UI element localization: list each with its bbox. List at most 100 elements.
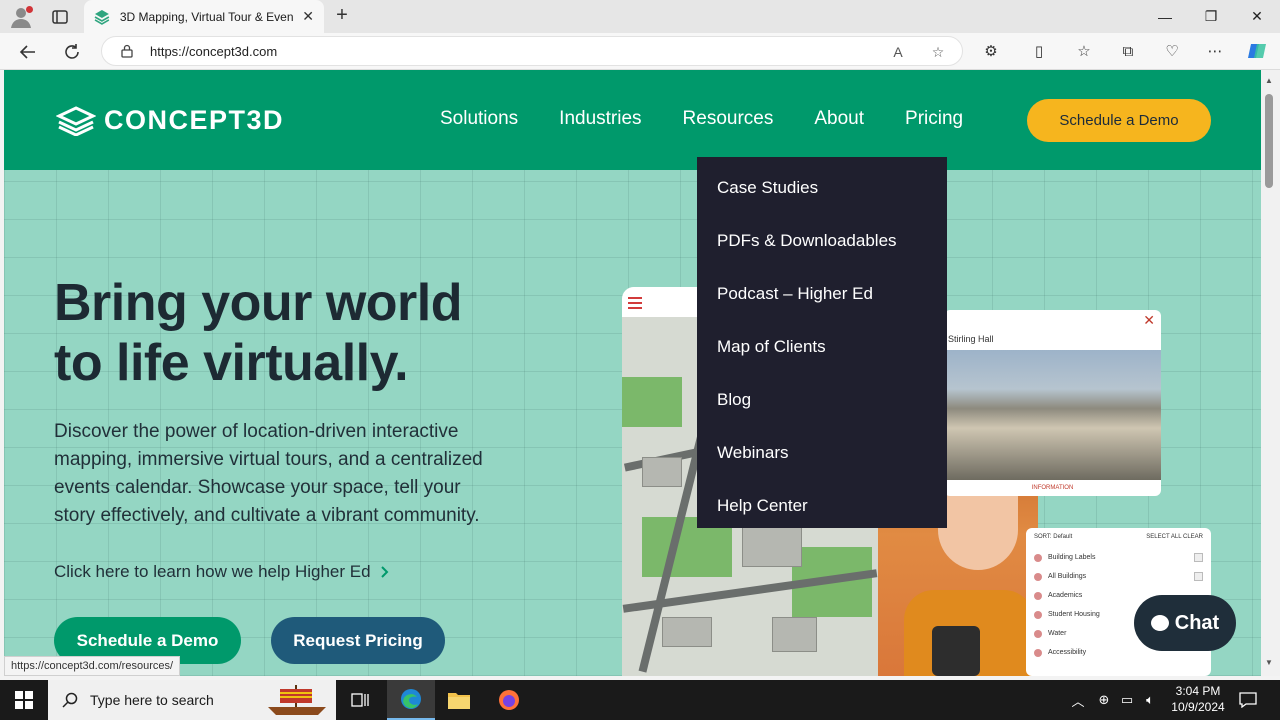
back-icon[interactable] xyxy=(15,39,41,65)
chat-bubble-icon xyxy=(1150,615,1169,631)
chat-button[interactable]: Chat xyxy=(1134,595,1236,651)
restore-icon[interactable]: ❐ xyxy=(1188,0,1234,33)
chat-label[interactable]: Chat xyxy=(1175,612,1219,635)
higher-ed-link[interactable]: Click here to learn how we help Higher E… xyxy=(54,562,389,582)
browser-tab[interactable]: 3D Mapping, Virtual Tour & Even ✕ xyxy=(84,0,324,33)
browser-titlebar: 3D Mapping, Virtual Tour & Even ✕ + — ❐ … xyxy=(0,0,1280,33)
menu-item-case-studies[interactable]: Case Studies xyxy=(697,161,947,214)
file-explorer-icon[interactable] xyxy=(435,680,483,720)
url-text[interactable]: https://concept3d.com xyxy=(150,44,277,59)
favorite-star-icon[interactable]: ☆ xyxy=(928,42,948,62)
notifications-icon[interactable] xyxy=(1236,680,1260,720)
search-icon xyxy=(62,692,78,708)
schedule-demo-header-button[interactable]: Schedule a Demo xyxy=(1027,99,1211,142)
start-button[interactable] xyxy=(0,680,48,720)
building-info-card: Stirling Hall ✕ INFORMATION xyxy=(944,310,1161,496)
menu-item-podcast-higher-ed[interactable]: Podcast – Higher Ed xyxy=(697,267,947,320)
main-nav: Solutions Industries Resources About Pri… xyxy=(440,108,1004,130)
clock-time: 3:04 PM xyxy=(1175,684,1221,698)
windows-taskbar: Type here to search ︿ ⊕ ▭ 🔈︎ 3:04 PM 10/… xyxy=(0,680,1280,720)
filter-row-label: Student Housing xyxy=(1048,611,1100,618)
profile-icon[interactable] xyxy=(8,4,34,30)
tray-overflow-icon[interactable]: ︿ xyxy=(1068,680,1088,720)
address-toolbar: https://concept3d.com A ☆ ⚙ ▯ ☆ ⧉ ♡ ⋯ xyxy=(0,33,1280,70)
nav-resources[interactable]: Resources xyxy=(683,108,774,130)
page-viewport: CONCEPT3D Solutions Industries Resources… xyxy=(4,70,1261,676)
hamburger-menu-icon xyxy=(628,297,642,309)
handheld-phone xyxy=(932,626,980,676)
nav-about[interactable]: About xyxy=(814,108,864,130)
edge-taskbar-icon[interactable] xyxy=(387,680,435,720)
browser-essentials-icon[interactable]: ♡ xyxy=(1161,41,1183,63)
menu-item-pdfs-downloadables[interactable]: PDFs & Downloadables xyxy=(697,214,947,267)
read-aloud-icon[interactable]: A xyxy=(888,42,908,62)
filter-row-label: Accessibility xyxy=(1048,649,1087,656)
scrollbar-thumb[interactable] xyxy=(1265,94,1273,188)
favorites-icon[interactable]: ☆ xyxy=(1073,41,1095,63)
windows-logo-icon xyxy=(15,691,33,709)
tab-actions-icon[interactable] xyxy=(50,7,70,27)
notification-dot xyxy=(26,6,33,13)
filter-row-label: Water xyxy=(1048,630,1067,637)
category-icon xyxy=(1034,629,1042,638)
minimize-icon[interactable]: — xyxy=(1142,0,1188,33)
new-tab-icon[interactable]: + xyxy=(330,4,354,28)
menu-item-help-center[interactable]: Help Center xyxy=(697,479,947,532)
copilot-icon[interactable] xyxy=(1246,41,1268,63)
collections-icon[interactable]: ⧉ xyxy=(1117,41,1139,63)
building-info-label: INFORMATION xyxy=(1031,485,1074,491)
scroll-down-icon[interactable]: ▼ xyxy=(1265,658,1275,668)
site-header: CONCEPT3D Solutions Industries Resources… xyxy=(4,70,1261,170)
split-screen-icon[interactable]: ▯ xyxy=(1028,41,1050,63)
sort-label: SORT: xyxy=(1034,534,1052,540)
more-menu-icon[interactable]: ⋯ xyxy=(1204,41,1226,63)
hero-subtitle: Discover the power of location-driven in… xyxy=(54,421,483,526)
category-icon xyxy=(1034,610,1042,619)
resources-dropdown-menu: Case Studies PDFs & Downloadables Podcas… xyxy=(697,157,947,528)
logo-text: CONCEPT3D xyxy=(104,105,285,135)
scroll-up-icon[interactable]: ▲ xyxy=(1265,76,1275,86)
site-logo[interactable]: CONCEPT3D xyxy=(56,105,284,136)
url-bar[interactable]: https://concept3d.com A ☆ xyxy=(101,36,963,66)
category-icon xyxy=(1034,553,1042,562)
filter-row: Building Labels xyxy=(1034,548,1203,567)
concept3d-favicon-icon xyxy=(94,9,110,25)
close-window-icon[interactable]: ✕ xyxy=(1234,0,1280,33)
filter-header: SORT: Default SELECT ALL CLEAR xyxy=(1034,534,1203,540)
tray-app-icon[interactable]: ⊕ xyxy=(1094,680,1114,720)
taskbar-search-placeholder[interactable]: Type here to search xyxy=(90,692,214,708)
hero-title-line2: to life virtually. xyxy=(54,334,409,392)
firefox-icon[interactable] xyxy=(485,680,533,720)
menu-item-blog[interactable]: Blog xyxy=(697,373,947,426)
taskbar-clock[interactable]: 3:04 PM 10/9/2024 xyxy=(1160,683,1236,715)
hero-title: Bring your world to life virtually. xyxy=(54,273,534,393)
nav-industries[interactable]: Industries xyxy=(559,108,641,130)
building-photo xyxy=(944,350,1161,480)
tab-close-icon[interactable]: ✕ xyxy=(302,8,314,25)
filter-row-label: Building Labels xyxy=(1048,554,1096,561)
extensions-icon[interactable]: ⚙ xyxy=(980,41,1002,63)
clear-label: CLEAR xyxy=(1182,534,1203,540)
lock-icon[interactable] xyxy=(120,44,134,58)
nav-pricing[interactable]: Pricing xyxy=(905,108,963,130)
checkbox-icon xyxy=(1194,553,1203,562)
page-scrollbar[interactable]: ▲ ▼ xyxy=(1261,70,1280,676)
network-icon[interactable]: ▭ xyxy=(1117,680,1137,720)
select-all-label: SELECT ALL xyxy=(1146,534,1182,540)
taskbar-search[interactable]: Type here to search xyxy=(48,680,336,720)
task-view-icon[interactable] xyxy=(336,680,384,720)
volume-icon[interactable]: 🔈︎ xyxy=(1140,680,1160,720)
menu-item-map-of-clients[interactable]: Map of Clients xyxy=(697,320,947,373)
higher-ed-link-text[interactable]: Click here to learn how we help Higher E… xyxy=(54,562,371,582)
nav-solutions[interactable]: Solutions xyxy=(440,108,518,130)
category-icon xyxy=(1034,648,1042,657)
filter-row-label: Academics xyxy=(1048,592,1083,599)
clock-date: 10/9/2024 xyxy=(1171,700,1225,714)
building-card-header: Stirling Hall ✕ xyxy=(944,310,1161,346)
category-icon xyxy=(1034,591,1042,600)
checkbox-icon xyxy=(1194,572,1203,581)
filter-row: All Buildings xyxy=(1034,567,1203,586)
menu-item-webinars[interactable]: Webinars xyxy=(697,426,947,479)
request-pricing-button[interactable]: Request Pricing xyxy=(271,617,445,664)
refresh-icon[interactable] xyxy=(59,39,85,65)
